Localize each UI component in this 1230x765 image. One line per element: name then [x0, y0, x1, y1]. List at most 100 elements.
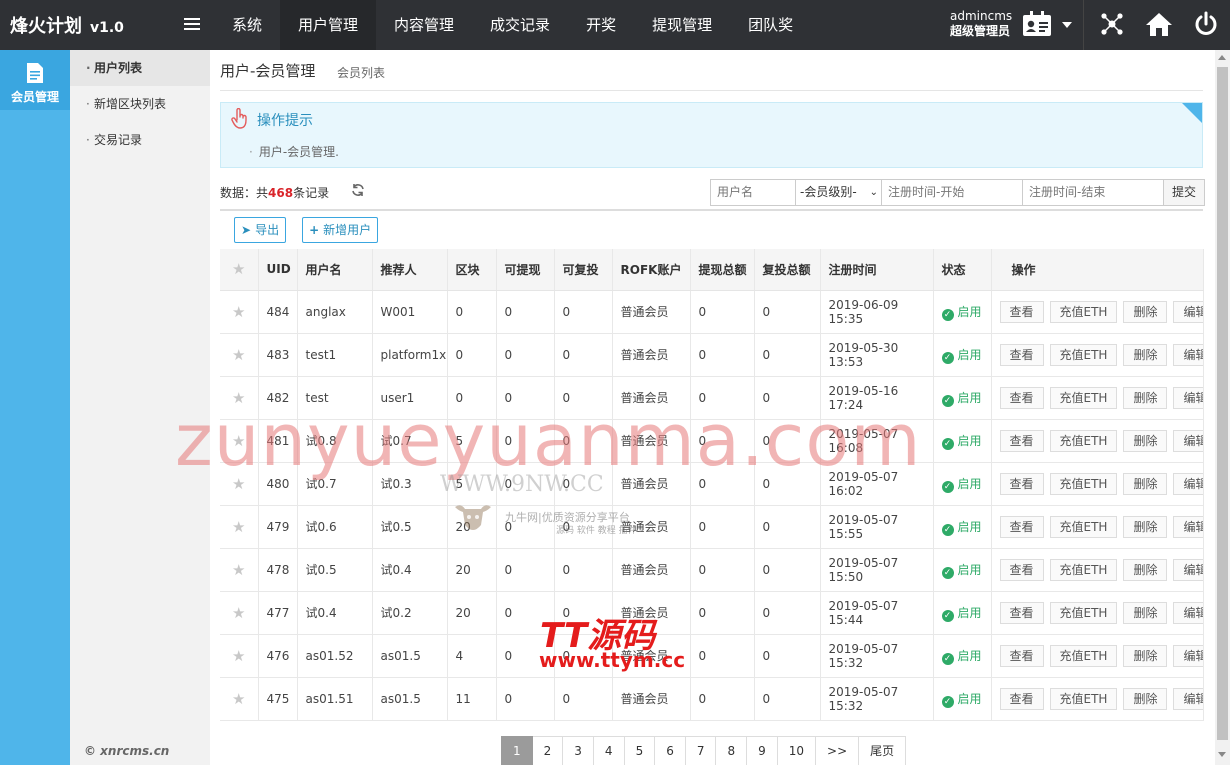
- nav-item-team-bonus[interactable]: 团队奖: [730, 0, 811, 50]
- favorite-star-icon[interactable]: ★: [220, 634, 259, 678]
- recharge-eth-button[interactable]: 充值ETH: [1049, 558, 1118, 581]
- cell-username[interactable]: anglax: [297, 290, 373, 334]
- nav-item-lottery[interactable]: 开奖: [568, 0, 634, 50]
- view-button[interactable]: 查看: [999, 300, 1044, 323]
- page-link[interactable]: 9: [747, 736, 778, 765]
- cell-status[interactable]: ✓ 启用: [933, 677, 992, 721]
- cell-status[interactable]: ✓ 启用: [933, 634, 992, 678]
- cell-referrer[interactable]: 试0.5: [372, 505, 448, 549]
- recharge-eth-button[interactable]: 充值ETH: [1049, 300, 1118, 323]
- refresh-icon[interactable]: [351, 183, 365, 197]
- cell-status[interactable]: ✓ 启用: [933, 591, 992, 635]
- cell-referrer[interactable]: W001: [372, 290, 448, 334]
- scroll-down-icon[interactable]: [1218, 752, 1226, 757]
- edit-button[interactable]: 编辑: [1173, 558, 1202, 581]
- username-input[interactable]: 用户名: [710, 179, 796, 206]
- header-username[interactable]: 用户名: [297, 249, 373, 291]
- header-block[interactable]: 区块: [447, 249, 497, 291]
- recharge-eth-button[interactable]: 充值ETH: [1049, 472, 1118, 495]
- admin-info[interactable]: admincms 超级管理员: [950, 9, 1012, 39]
- nav-item-content-management[interactable]: 内容管理: [376, 0, 472, 50]
- nav-item-withdrawal[interactable]: 提现管理: [634, 0, 730, 50]
- page-link[interactable]: 2: [532, 736, 564, 765]
- favorite-star-icon[interactable]: ★: [220, 591, 259, 635]
- member-level-select[interactable]: -会员级别- ⌄: [796, 179, 882, 206]
- recharge-eth-button[interactable]: 充值ETH: [1049, 386, 1118, 409]
- header-withdraw-total[interactable]: 提现总额: [690, 249, 755, 291]
- favorite-star-icon[interactable]: ★: [220, 290, 259, 334]
- chevron-down-icon[interactable]: [1062, 22, 1072, 28]
- cell-referrer[interactable]: platform1x: [372, 333, 448, 377]
- menu-toggle-icon[interactable]: [184, 18, 200, 32]
- delete-button[interactable]: 删除: [1123, 300, 1168, 323]
- header-star-icon[interactable]: ★: [220, 249, 259, 291]
- id-card-icon[interactable]: [1022, 11, 1052, 37]
- favorite-star-icon[interactable]: ★: [220, 677, 259, 721]
- delete-button[interactable]: 删除: [1123, 558, 1168, 581]
- page-link[interactable]: 尾页: [859, 736, 907, 765]
- app-brand[interactable]: 烽火计划 v1.0: [10, 12, 124, 38]
- register-end-input[interactable]: 注册时间-结束: [1023, 179, 1164, 206]
- edit-button[interactable]: 编辑: [1173, 687, 1202, 710]
- edit-button[interactable]: 编辑: [1173, 601, 1202, 624]
- edit-button[interactable]: 编辑: [1173, 515, 1202, 538]
- page-link[interactable]: >>: [816, 736, 860, 765]
- header-status[interactable]: 状态: [933, 249, 992, 291]
- scroll-up-icon[interactable]: [1218, 55, 1226, 60]
- vertical-scrollbar[interactable]: [1215, 50, 1230, 765]
- favorite-star-icon[interactable]: ★: [220, 548, 259, 592]
- view-button[interactable]: 查看: [999, 644, 1044, 667]
- nav-item-transactions[interactable]: 成交记录: [472, 0, 568, 50]
- scrollbar-thumb[interactable]: [1217, 67, 1228, 740]
- cell-username[interactable]: as01.51: [297, 677, 373, 721]
- delete-button[interactable]: 删除: [1123, 386, 1168, 409]
- cell-username[interactable]: 试0.7: [297, 462, 373, 506]
- network-icon[interactable]: [1098, 10, 1126, 38]
- cell-referrer[interactable]: as01.5: [372, 677, 448, 721]
- add-user-button[interactable]: + 新增用户: [302, 217, 379, 243]
- cell-status[interactable]: ✓ 启用: [933, 419, 992, 463]
- recharge-eth-button[interactable]: 充值ETH: [1049, 343, 1118, 366]
- recharge-eth-button[interactable]: 充值ETH: [1049, 601, 1118, 624]
- recharge-eth-button[interactable]: 充值ETH: [1049, 687, 1118, 710]
- delete-button[interactable]: 删除: [1123, 687, 1168, 710]
- page-link[interactable]: 4: [593, 736, 625, 765]
- page-link[interactable]: 7: [685, 736, 717, 765]
- cell-status[interactable]: ✓ 启用: [933, 333, 992, 377]
- page-link[interactable]: 6: [655, 736, 686, 765]
- nav-item-system[interactable]: 系统: [214, 0, 280, 50]
- register-start-input[interactable]: 注册时间-开始: [882, 179, 1023, 206]
- page-link[interactable]: 10: [777, 736, 817, 765]
- cell-referrer[interactable]: 试0.4: [372, 548, 448, 592]
- delete-button[interactable]: 删除: [1123, 472, 1168, 495]
- favorite-star-icon[interactable]: ★: [220, 333, 259, 377]
- home-icon[interactable]: [1145, 10, 1173, 38]
- header-account[interactable]: ROFK账户: [612, 249, 691, 291]
- collapse-corner[interactable]: [1182, 103, 1202, 123]
- cell-status[interactable]: ✓ 启用: [933, 548, 992, 592]
- edit-button[interactable]: 编辑: [1173, 472, 1202, 495]
- view-button[interactable]: 查看: [999, 558, 1044, 581]
- favorite-star-icon[interactable]: ★: [220, 505, 259, 549]
- cell-status[interactable]: ✓ 启用: [933, 376, 992, 420]
- page-link[interactable]: 8: [716, 736, 748, 765]
- page-link[interactable]: 1: [501, 736, 533, 765]
- header-uid[interactable]: UID: [258, 249, 298, 291]
- edit-button[interactable]: 编辑: [1173, 386, 1202, 409]
- header-reinvest-total[interactable]: 复投总额: [754, 249, 821, 291]
- cell-username[interactable]: 试0.6: [297, 505, 373, 549]
- cell-status[interactable]: ✓ 启用: [933, 505, 992, 549]
- submenu-item-user-list[interactable]: 用户列表: [70, 50, 210, 86]
- page-link[interactable]: 3: [563, 736, 594, 765]
- submenu-item-trade-records[interactable]: 交易记录: [70, 122, 210, 158]
- view-button[interactable]: 查看: [999, 601, 1044, 624]
- delete-button[interactable]: 删除: [1123, 343, 1168, 366]
- edit-button[interactable]: 编辑: [1173, 644, 1202, 667]
- edit-button[interactable]: 编辑: [1173, 429, 1202, 452]
- header-register-time[interactable]: 注册时间: [820, 249, 934, 291]
- cell-username[interactable]: 试0.4: [297, 591, 373, 635]
- delete-button[interactable]: 删除: [1123, 601, 1168, 624]
- cell-username[interactable]: test: [297, 376, 373, 420]
- recharge-eth-button[interactable]: 充值ETH: [1049, 429, 1118, 452]
- delete-button[interactable]: 删除: [1123, 515, 1168, 538]
